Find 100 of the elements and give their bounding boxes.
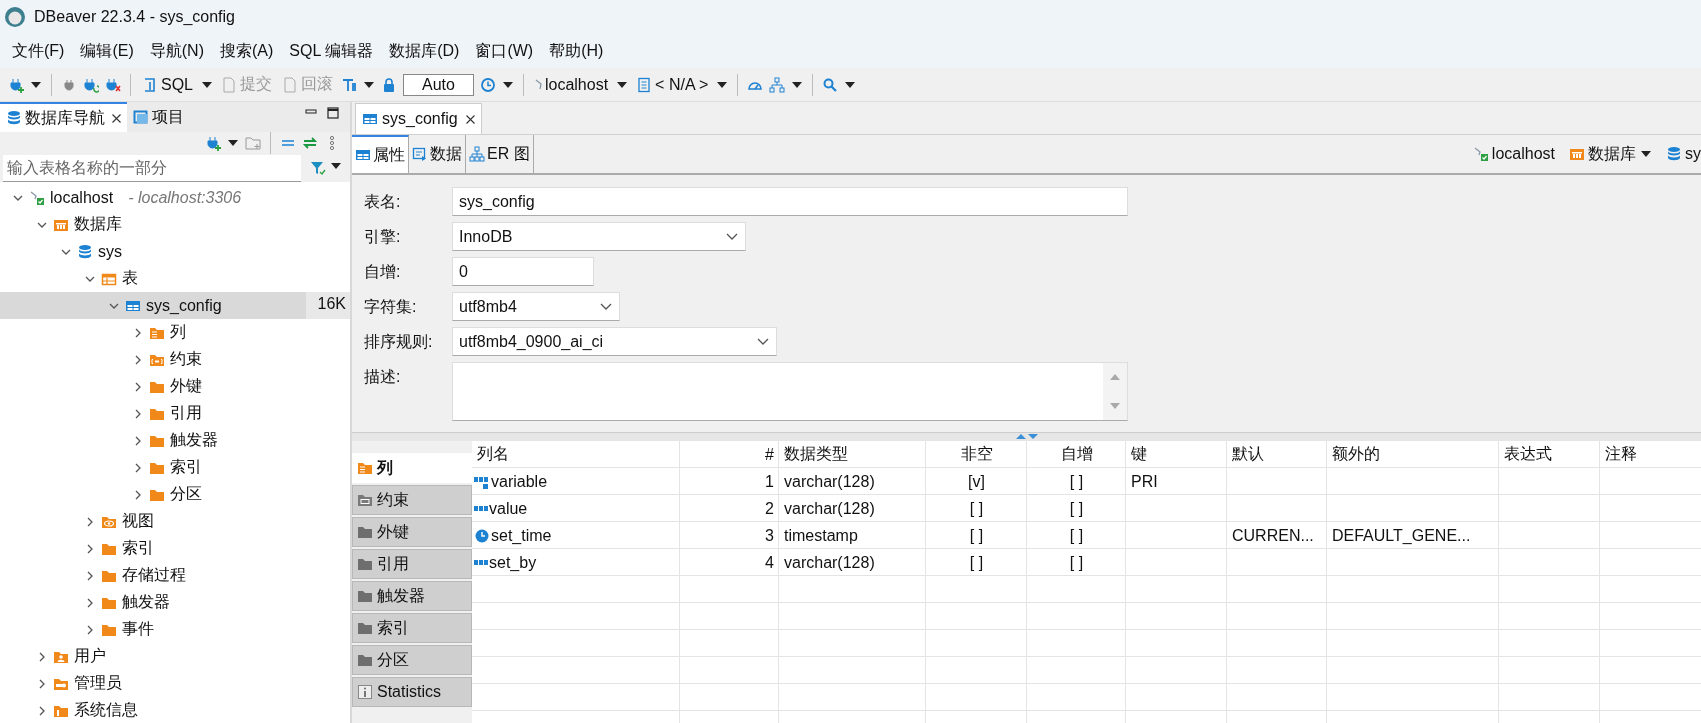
section-tab[interactable]: 触发器 — [352, 581, 472, 611]
column-header[interactable]: 数据类型 — [779, 441, 926, 468]
column-header[interactable]: # — [680, 441, 779, 468]
editor-tab[interactable]: sys_config — [355, 103, 482, 134]
dropdown-field[interactable]: utf8mb4_0900_ai_ci — [452, 327, 777, 356]
sql-editor-button[interactable]: SQL — [140, 73, 195, 96]
breadcrumb-item[interactable]: localhost — [1472, 145, 1555, 163]
filter-field[interactable]: 输入表格名称的一部分 — [3, 154, 301, 182]
reconnect-icon[interactable] — [83, 76, 99, 93]
transaction-mode-button[interactable]: Auto — [403, 73, 474, 96]
folder-icon[interactable] — [357, 652, 373, 668]
new-connection-icon[interactable] — [205, 135, 221, 152]
menu-item[interactable]: 导航(N) — [141, 36, 212, 66]
server-icon — [29, 189, 45, 206]
tree-item-label: 索引 — [170, 457, 202, 477]
new-connection-icon[interactable] — [8, 76, 24, 93]
tree-item[interactable]: 表 — [0, 265, 350, 292]
column-header[interactable]: 默认 — [1227, 441, 1327, 468]
menu-item[interactable]: 窗口(W) — [467, 36, 542, 66]
maximize-icon[interactable] — [326, 106, 340, 120]
section-tab[interactable]: 列 — [352, 453, 472, 483]
tree-item[interactable]: 约束 — [0, 346, 350, 373]
tree-item[interactable]: 引用 — [0, 400, 350, 427]
menu-item[interactable]: 文件(F) — [4, 36, 73, 66]
tree-item-label: 外键 — [170, 376, 202, 396]
folder-icon[interactable] — [357, 588, 373, 604]
section-tab[interactable]: 引用 — [352, 549, 472, 579]
column-header[interactable]: 列名 — [472, 441, 680, 468]
editor-subtab[interactable]: 数据 — [409, 135, 466, 173]
tree-item[interactable]: 管理员 — [0, 670, 350, 697]
menu-item[interactable]: 编辑(E) — [72, 36, 142, 66]
editor-subtab[interactable]: ER 图 — [466, 135, 534, 173]
folder-icon — [1569, 146, 1585, 162]
column-header[interactable]: 键 — [1126, 441, 1227, 468]
disconnect-icon[interactable] — [105, 76, 121, 93]
column-header[interactable]: 额外的 — [1327, 441, 1499, 468]
tree-item[interactable]: 触发器 — [0, 427, 350, 454]
editor-subtab[interactable]: 属性 — [352, 135, 409, 173]
format-icon[interactable] — [341, 76, 357, 93]
table-cell: variable — [491, 472, 548, 491]
dropdown-field[interactable]: InnoDB — [452, 222, 746, 251]
field-label: 字符集: — [364, 297, 418, 317]
breadcrumb-item[interactable]: 数据库 — [1569, 143, 1636, 165]
panel-tab[interactable]: 项目 — [127, 102, 190, 132]
tree-item[interactable]: 索引 — [0, 535, 350, 562]
section-tab[interactable]: 索引 — [352, 613, 472, 643]
field-label: 排序规则: — [364, 332, 434, 352]
menu-item[interactable]: SQL 编辑器 — [281, 36, 382, 66]
menu-item[interactable]: 帮助(H) — [541, 36, 612, 66]
column-header[interactable]: 非空 — [926, 441, 1027, 468]
table-cell: value — [489, 499, 528, 518]
breadcrumb-item[interactable]: sy — [1666, 145, 1701, 163]
section-tab[interactable]: 外键 — [352, 517, 472, 547]
description-field[interactable] — [452, 362, 1128, 421]
table-cell: varchar(128) — [784, 472, 875, 491]
document-icon — [636, 76, 653, 93]
section-tab[interactable]: 约束 — [352, 485, 472, 515]
folder-icon[interactable] — [357, 524, 373, 540]
lock-icon[interactable] — [381, 76, 397, 93]
datasource-selector[interactable]: localhost — [532, 73, 611, 96]
tree-item[interactable]: 存储过程 — [0, 562, 350, 589]
section-tab[interactable]: 分区 — [352, 645, 472, 675]
menu-item[interactable]: 数据库(D) — [381, 36, 468, 66]
tree-item[interactable]: 用户 — [0, 643, 350, 670]
tree-item[interactable]: 列 — [0, 319, 350, 346]
column-header[interactable]: 注释 — [1600, 441, 1701, 468]
folder-icon[interactable] — [357, 492, 373, 508]
column-header[interactable]: 自增 — [1027, 441, 1126, 468]
history-icon[interactable] — [479, 76, 496, 93]
tree-item[interactable]: 触发器 — [0, 589, 350, 616]
schema-selector[interactable]: < N/A > — [634, 73, 711, 96]
tree-item[interactable]: 事件 — [0, 616, 350, 643]
tree-item[interactable]: sys_config 16K — [0, 292, 350, 319]
connection-detail: - localhost:3306 — [128, 188, 242, 207]
database-icon — [77, 243, 93, 260]
text-field[interactable]: 0 — [452, 257, 594, 286]
tree-item[interactable]: 索引 — [0, 454, 350, 481]
info-icon[interactable] — [357, 684, 373, 700]
tree-item[interactable]: sys — [0, 238, 350, 265]
folder-icon[interactable] — [357, 620, 373, 636]
panel-tab[interactable]: 数据库导航 — [0, 102, 127, 132]
tree-item[interactable]: 分区 — [0, 481, 350, 508]
section-tab[interactable]: Statistics — [352, 677, 472, 707]
table-cell: set_by — [489, 553, 537, 572]
app-logo-icon — [4, 6, 26, 28]
close-icon[interactable] — [112, 113, 121, 123]
column-header[interactable]: 表达式 — [1499, 441, 1600, 468]
tree-item[interactable]: 数据库 — [0, 211, 350, 238]
folder-icon[interactable] — [357, 556, 373, 572]
tree-item[interactable]: 外键 — [0, 373, 350, 400]
tree-item[interactable]: 视图 — [0, 508, 350, 535]
tree-item[interactable]: localhost - localhost:3306 — [0, 184, 350, 211]
dropdown-field[interactable]: utf8mb4 — [452, 292, 620, 321]
diagram-icon[interactable] — [769, 76, 786, 93]
close-icon[interactable] — [465, 114, 475, 124]
table-cell: [ ] — [1069, 553, 1084, 572]
text-field[interactable]: sys_config — [452, 187, 1128, 216]
menu-item[interactable]: 搜索(A) — [212, 36, 282, 66]
search-icon[interactable] — [822, 76, 839, 93]
tree-item[interactable]: 系统信息 — [0, 697, 350, 723]
